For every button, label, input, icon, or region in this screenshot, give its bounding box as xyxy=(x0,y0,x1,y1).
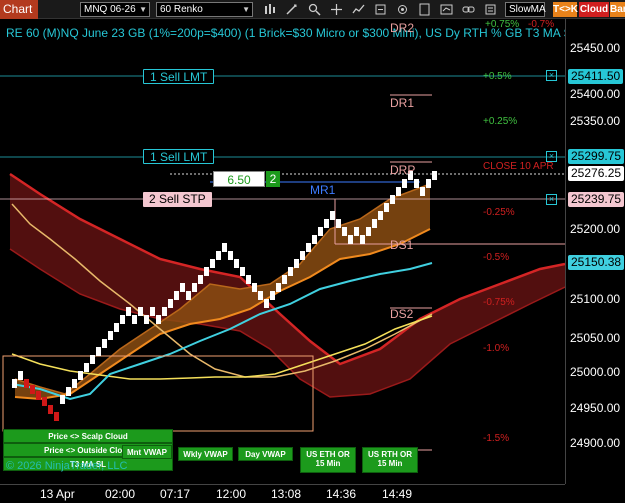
drawing-tools-icon[interactable] xyxy=(285,3,298,16)
level-dr1: DR1 xyxy=(390,96,415,110)
price-tick: 24900.00 xyxy=(570,436,621,450)
search-icon[interactable] xyxy=(308,3,321,16)
interval-label: 60 Renko xyxy=(160,4,203,15)
level-mr1: MR1 xyxy=(310,183,336,197)
sell-stp-order[interactable]: 2 Sell STP xyxy=(143,192,212,207)
us-rth-or-button[interactable]: US RTH OR 15 Min xyxy=(362,447,418,473)
pct-minus-05: -0.5% xyxy=(483,252,510,263)
wkly-vwap-button[interactable]: Wkly VWAP xyxy=(178,447,233,461)
strategies-icon[interactable] xyxy=(374,3,387,16)
price-tick: 25400.00 xyxy=(570,87,621,101)
close-marker: CLOSE 10 APR xyxy=(483,161,554,172)
interval-selector[interactable]: 60 Renko ▼ xyxy=(156,2,253,17)
ma-label: SlowMA xyxy=(509,4,546,15)
pct-plus-075: +0.75% xyxy=(485,19,520,30)
us-eth-or-button[interactable]: US ETH OR 15 Min xyxy=(300,447,356,473)
price-tick: 25000.00 xyxy=(570,365,621,379)
indicators-icon[interactable] xyxy=(352,3,365,16)
time-tick: 13 Apr xyxy=(40,487,75,501)
ma-price-tag: 25150.38 xyxy=(568,255,625,270)
chart-tab[interactable]: Chart xyxy=(0,0,38,19)
pct-minus-07: -0.7% xyxy=(528,19,555,30)
sell-lmt-order-1[interactable]: 1 Sell LMT xyxy=(143,69,215,84)
sell-lmt-price-tag-1: 25411.50 xyxy=(568,69,624,84)
level-dr2: DR2 xyxy=(390,21,415,35)
crosshair-icon[interactable] xyxy=(330,3,343,16)
order-qty-input[interactable]: 6.50 xyxy=(213,171,265,187)
level-ds1: DS1 xyxy=(390,238,414,252)
pct-plus-05: +0.5% xyxy=(483,71,512,82)
chevron-down-icon: ▼ xyxy=(139,5,147,14)
properties-icon[interactable] xyxy=(396,3,409,16)
bar-toggle-button[interactable]: Bar xyxy=(610,2,625,17)
mnt-vwap-button[interactable]: Mnt VWAP xyxy=(122,445,172,459)
data-box-icon[interactable] xyxy=(484,3,497,16)
level-drp: DRP xyxy=(390,163,416,177)
time-tick: 02:00 xyxy=(105,487,136,501)
link-icon[interactable] xyxy=(462,3,475,16)
last-price-tag: 25276.25 xyxy=(568,166,625,181)
time-tick: 13:08 xyxy=(271,487,302,501)
copyright: © 2026 NinjaTrader, LLC xyxy=(6,460,128,472)
chart-toolbar: Chart MNQ 06-26 ▼ 60 Renko ▼ SlowMA T<>K C… xyxy=(0,0,625,19)
price-chart xyxy=(0,75,566,451)
price-tick: 24950.00 xyxy=(570,401,621,415)
pct-minus-1: -1.0% xyxy=(483,343,510,354)
pct-minus-075: -0.75% xyxy=(483,297,515,308)
cancel-order-icon[interactable]: × xyxy=(546,194,557,205)
price-axis[interactable]: 25450.00 25400.00 25350.00 25200.00 2510… xyxy=(565,19,625,484)
chart-panel[interactable]: RE 60 (M)NQ June 23 GB (1%=200p=$400) (1… xyxy=(0,19,578,484)
price-tick: 25050.00 xyxy=(570,331,621,345)
sell-stp-price-tag: 25239.75 xyxy=(568,192,625,207)
level-ds2: DS2 xyxy=(390,307,414,321)
day-vwap-button[interactable]: Day VWAP xyxy=(238,447,293,461)
time-tick: 14:49 xyxy=(382,487,413,501)
templates-icon[interactable] xyxy=(418,3,431,16)
bar-type-icon[interactable] xyxy=(263,3,276,16)
ma-selector[interactable]: SlowMA xyxy=(505,2,546,17)
sell-lmt-price-tag-2: 25299.75 xyxy=(568,149,625,164)
pct-minus-025: -0.25% xyxy=(483,207,515,218)
sell-lmt-order-2[interactable]: 1 Sell LMT xyxy=(143,149,215,164)
order-qty-count[interactable]: 2 xyxy=(266,171,280,187)
price-tick: 25200.00 xyxy=(570,222,621,236)
chevron-down-icon: ▼ xyxy=(242,5,250,14)
instrument-label: MNQ 06-26 xyxy=(84,4,136,15)
price-tick: 25100.00 xyxy=(570,292,621,306)
time-tick: 14:36 xyxy=(326,487,357,501)
pct-minus-15: -1.5% xyxy=(483,433,510,444)
time-axis[interactable]: 13 Apr 02:00 07:17 12:00 13:08 14:36 14:… xyxy=(0,484,565,503)
price-tick: 25350.00 xyxy=(570,114,621,128)
instrument-selector[interactable]: MNQ 06-26 ▼ xyxy=(80,2,150,17)
chart-trader-icon[interactable] xyxy=(440,3,453,16)
time-tick: 12:00 xyxy=(216,487,247,501)
tk-toggle-button[interactable]: T<>K xyxy=(553,2,578,17)
cloud-toggle-button[interactable]: Cloud xyxy=(579,2,609,17)
scalp-cloud-button[interactable]: Price <> Scalp Cloud xyxy=(3,429,173,443)
pct-plus-025: +0.25% xyxy=(483,116,518,127)
cancel-order-icon[interactable]: × xyxy=(546,70,557,81)
price-tick: 25450.00 xyxy=(570,41,621,55)
time-tick: 07:17 xyxy=(160,487,191,501)
